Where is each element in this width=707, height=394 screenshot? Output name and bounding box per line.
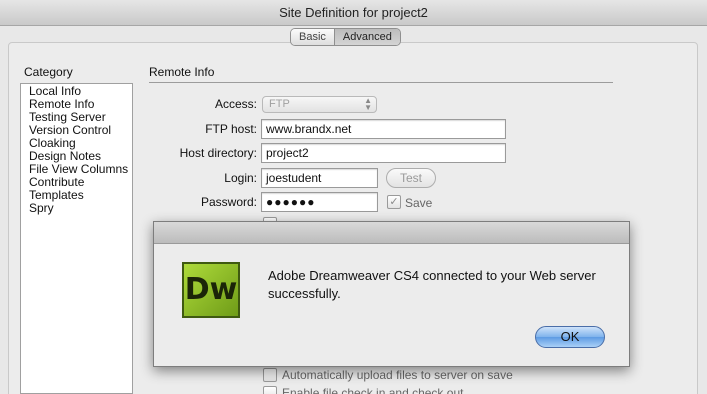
host-directory-label: Host directory: bbox=[179, 146, 257, 160]
access-select[interactable]: FTP ▲ ▼ bbox=[262, 96, 377, 113]
mode-segmented-control: Basic Advanced bbox=[290, 28, 401, 46]
connection-success-dialog: Dw Adobe Dreamweaver CS4 connected to yo… bbox=[153, 221, 630, 367]
access-select-value: FTP bbox=[269, 98, 290, 110]
auto-upload-checkbox[interactable] bbox=[263, 368, 277, 382]
ftp-host-input[interactable]: www.brandx.net bbox=[261, 119, 506, 139]
section-divider bbox=[149, 82, 613, 83]
section-title: Remote Info bbox=[149, 65, 215, 79]
window-titlebar: Site Definition for project2 bbox=[0, 0, 707, 26]
file-check-label: Enable file check in and check out bbox=[282, 386, 464, 394]
category-heading: Category bbox=[24, 65, 73, 79]
tab-basic[interactable]: Basic bbox=[291, 29, 334, 45]
access-label: Access: bbox=[214, 97, 257, 111]
dreamweaver-app-icon: Dw bbox=[182, 262, 240, 318]
ok-button[interactable]: OK bbox=[535, 326, 605, 348]
password-input[interactable]: ●●●●●● bbox=[261, 192, 378, 212]
select-arrows-icon: ▲ ▼ bbox=[364, 96, 372, 112]
save-password-label: Save bbox=[405, 196, 433, 210]
file-check-checkbox[interactable] bbox=[263, 386, 277, 394]
host-directory-input[interactable]: project2 bbox=[261, 143, 506, 163]
password-label: Password: bbox=[200, 195, 257, 209]
auto-upload-label: Automatically upload files to server on … bbox=[282, 368, 513, 382]
save-password-checkbox[interactable]: ✓ bbox=[387, 195, 401, 209]
dialog-message: Adobe Dreamweaver CS4 connected to your … bbox=[268, 268, 596, 301]
login-input[interactable]: joestudent bbox=[261, 168, 378, 188]
tab-advanced[interactable]: Advanced bbox=[333, 29, 400, 45]
ftp-host-label: FTP host: bbox=[205, 122, 257, 136]
login-label: Login: bbox=[224, 171, 257, 185]
window-title: Site Definition for project2 bbox=[279, 5, 428, 20]
test-button[interactable]: Test bbox=[386, 168, 436, 188]
dialog-titlebar bbox=[154, 222, 629, 244]
